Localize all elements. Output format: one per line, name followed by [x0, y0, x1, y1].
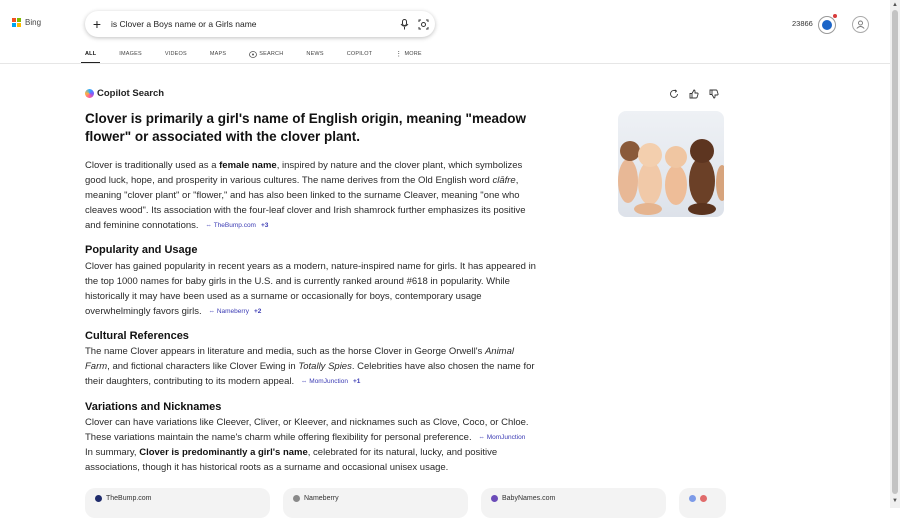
summary-paragraph: In summary, Clover is predominantly a gi… [85, 445, 537, 475]
text-segment: , and fictional characters like Clover E… [107, 361, 299, 372]
copilot-logo-icon [85, 89, 94, 98]
text-segment: In summary, [85, 447, 140, 458]
page-scrollbar[interactable]: ▲ ▼ [890, 0, 900, 508]
source-card-nameberry[interactable]: Nameberry [283, 488, 468, 518]
tab-label: MORE [404, 51, 422, 57]
tab-news[interactable]: NEWS [306, 44, 323, 64]
citation-more-count: +3 [260, 222, 269, 229]
nameberry-favicon-icon [293, 495, 300, 502]
thebump-favicon-icon [95, 495, 102, 502]
link-icon: ⇔ [300, 378, 308, 385]
tab-label: SEARCH [259, 51, 284, 57]
tab-videos[interactable]: VIDEOS [165, 44, 187, 64]
rewards-points[interactable]: 23866 [792, 19, 813, 28]
citation-label: TheBump.com [213, 222, 256, 229]
scroll-up-arrow-icon[interactable]: ▲ [892, 2, 898, 8]
source-favicon-icon [689, 495, 696, 502]
cultural-paragraph: The name Clover appears in literature an… [85, 344, 537, 389]
source-favicon-icon [700, 495, 707, 502]
variations-paragraph: Clover can have variations like Cleever,… [85, 415, 537, 445]
bold-segment: female name [219, 160, 277, 171]
tab-copilot[interactable]: COPILOT [347, 44, 373, 64]
tab-label: ALL [85, 51, 97, 57]
more-sources-card[interactable] [679, 488, 726, 518]
bold-segment: Clover is predominantly a girl's name [139, 447, 308, 458]
link-icon: ⇔ [205, 222, 212, 229]
text-segment: Clover can have variations like Cleever,… [85, 417, 529, 443]
scroll-down-arrow-icon[interactable]: ▼ [892, 498, 898, 504]
text-segment: Clover is traditionally used as a [85, 160, 220, 171]
visual-search-icon[interactable] [416, 17, 430, 31]
source-label: BabyNames.com [502, 495, 556, 502]
citation-thebump[interactable]: ⇔ TheBump.com +3 [205, 218, 268, 233]
scrollbar-thumb[interactable] [892, 10, 898, 494]
text-segment: Clover has gained popularity in recent y… [85, 261, 536, 317]
tab-maps[interactable]: MAPS [210, 44, 226, 64]
add-icon[interactable]: + [91, 11, 103, 37]
search-tabs: ALL IMAGES VIDEOS MAPS SEARCH NEWS COPIL… [80, 44, 445, 64]
tab-label: MAPS [209, 51, 227, 57]
tab-search[interactable]: SEARCH [249, 44, 283, 64]
copilot-search-header: Copilot Search [85, 88, 164, 99]
refresh-icon[interactable] [668, 88, 680, 100]
citation-more-count: +2 [253, 308, 262, 315]
citation-label: MomJunction [486, 434, 526, 441]
intro-paragraph: Clover is traditionally used as a female… [85, 158, 537, 233]
cultural-title: Cultural References [85, 330, 189, 342]
answer-heading: Clover is primarily a girl's name of Eng… [85, 111, 526, 144]
italic-segment: Totally Spies [298, 361, 352, 372]
copilot-label: Copilot Search [97, 88, 165, 99]
account-avatar-icon[interactable] [852, 16, 869, 33]
tab-label: IMAGES [119, 51, 142, 57]
tab-all[interactable]: ALL [80, 44, 101, 64]
thumbs-up-icon[interactable] [688, 88, 700, 100]
babynames-favicon-icon [491, 495, 498, 502]
tab-label: COPILOT [346, 51, 373, 57]
search-box[interactable]: + is Clover a Boys name or a Girls name [85, 11, 435, 37]
citation-momjunction[interactable]: ⇔ MomJunction +1 [301, 374, 361, 389]
babies-image[interactable] [618, 111, 724, 217]
header-divider [0, 63, 890, 64]
citation-momjunction[interactable]: ⇔ MomJunction [478, 430, 525, 445]
rewards-medal-icon[interactable] [818, 16, 836, 34]
tab-more[interactable]: ⋮ MORE [395, 44, 422, 64]
tab-label: VIDEOS [164, 51, 187, 57]
citation-label: MomJunction [309, 378, 348, 385]
variations-title: Variations and Nicknames [85, 401, 222, 413]
top-bar: Bing + is Clover a Boys name or a Girls … [0, 0, 890, 46]
microphone-icon[interactable] [397, 17, 411, 31]
popularity-title: Popularity and Usage [85, 244, 198, 256]
text-segment: The name Clover appears in literature an… [85, 346, 485, 357]
citation-label: Nameberry [216, 308, 249, 315]
source-label: Nameberry [304, 495, 339, 502]
copilot-search-icon [249, 50, 258, 58]
more-vertical-icon: ⋮ [395, 50, 403, 58]
brand-name: Bing [25, 18, 42, 27]
citation-nameberry[interactable]: ⇔ Nameberry +2 [208, 304, 261, 319]
notification-dot [833, 14, 837, 18]
source-card-thebump[interactable]: TheBump.com [85, 488, 270, 518]
thumbs-down-icon[interactable] [708, 88, 720, 100]
bing-logo[interactable]: Bing [12, 18, 41, 27]
source-card-babynames[interactable]: BabyNames.com [481, 488, 666, 518]
tab-label: NEWS [306, 51, 324, 57]
search-input[interactable]: is Clover a Boys name or a Girls name [111, 19, 397, 29]
popularity-paragraph: Clover has gained popularity in recent y… [85, 259, 537, 319]
link-icon: ⇔ [208, 308, 215, 315]
tab-images[interactable]: IMAGES [119, 44, 142, 64]
answer-actions [668, 88, 720, 100]
link-icon: ⇔ [478, 434, 485, 441]
citation-more-count: +1 [352, 378, 361, 385]
source-label: TheBump.com [106, 495, 152, 502]
italic-segment: clāfre [492, 175, 516, 186]
source-cards: TheBump.com Nameberry BabyNames.com [85, 488, 726, 518]
microsoft-logo-icon [12, 18, 21, 27]
